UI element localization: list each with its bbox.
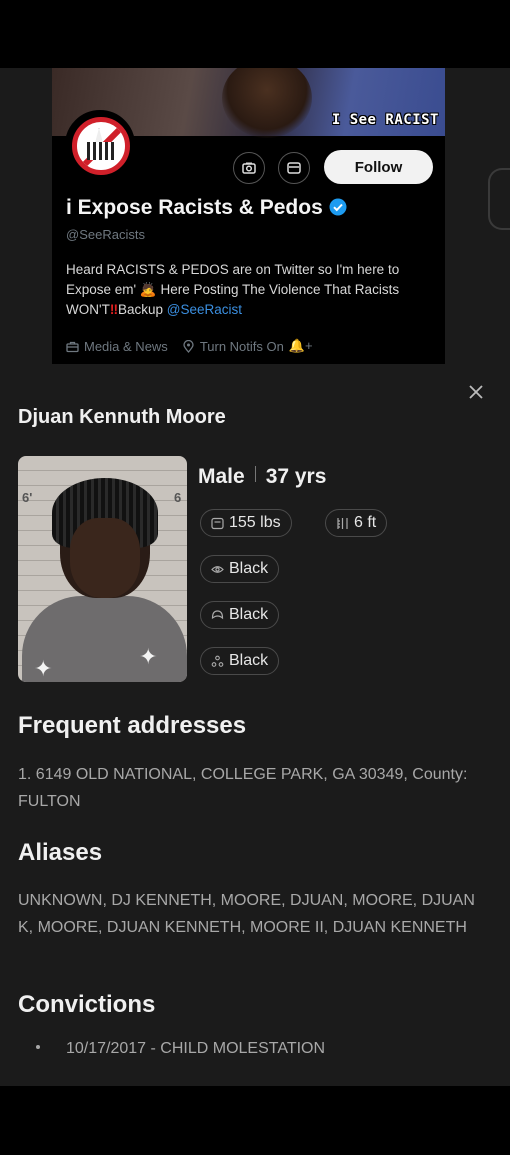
hair-color-chip: Black [200, 601, 280, 629]
bio-emoji: 🙇 [139, 282, 157, 297]
mug-face [70, 518, 140, 598]
camera-button[interactable] [233, 152, 265, 184]
height-value: 6 ft [354, 514, 377, 531]
close-icon [469, 385, 483, 399]
sex-value: Male [198, 465, 245, 488]
person-name: Djuan Kennuth Moore [18, 406, 226, 428]
mugshot-photo: 6' 6 ✦ ✦ [18, 456, 187, 682]
hair-icon [211, 609, 224, 619]
category-label: Media & News [84, 338, 168, 354]
divider [254, 466, 256, 482]
height-chip: 6 ft [325, 509, 388, 537]
close-button[interactable] [464, 380, 488, 404]
sweatshirt-star-right: ✦ [139, 644, 158, 669]
location-suffix: 🔔+ [288, 338, 313, 353]
bullet [36, 1045, 40, 1049]
no-racism-logo [72, 117, 130, 175]
top-frame [0, 0, 510, 68]
banner-text: I See RACIST [331, 112, 439, 128]
ruler-icon [337, 517, 348, 529]
verified-badge-icon [329, 198, 347, 216]
race-chip: Black [200, 647, 280, 675]
location-item: Turn Notifs On 🔔+ [182, 338, 313, 354]
profile-avatar[interactable] [65, 110, 135, 180]
bottom-frame [0, 1086, 510, 1155]
sweatshirt-star-left: ✦ [34, 656, 53, 681]
convictions-heading: Convictions [18, 991, 156, 1018]
message-button[interactable] [278, 152, 310, 184]
eye-color-value: Black [229, 560, 269, 577]
mail-icon [287, 162, 301, 174]
bio-text-3: Backup [117, 302, 167, 317]
side-panel-handle[interactable] [488, 168, 510, 230]
conviction-text: 10/17/2017 - CHILD MOLESTATION [66, 1040, 326, 1057]
conviction-item: 10/17/2017 - CHILD MOLESTATION [36, 1040, 325, 1058]
profile-bio: Heard RACISTS & PEDOS are on Twitter so … [66, 260, 438, 320]
follow-button[interactable]: Follow [324, 150, 433, 184]
addresses-heading: Frequent addresses [18, 712, 247, 739]
eye-color-chip: Black [200, 555, 280, 583]
bio-mention-link[interactable]: @SeeRacist [167, 302, 242, 317]
camera-icon [242, 162, 256, 174]
twitter-profile-card: I See RACIST Follow i Expose Racists & P… [52, 68, 445, 364]
hair-color-value: Black [229, 606, 269, 623]
age-value: 37 yrs [265, 465, 327, 488]
bio-exclamation: ‼ [109, 302, 118, 317]
addresses-text: 1. 6149 OLD NATIONAL, COLLEGE PARK, GA 3… [18, 766, 468, 810]
weight-value: 155 lbs [229, 514, 281, 531]
location-pin-icon [183, 339, 194, 353]
display-name: i Expose Racists & Pedos [66, 196, 347, 220]
briefcase-icon [66, 341, 79, 352]
aliases-text: UNKNOWN, DJ KENNETH, MOORE, DJUAN, MOORE… [18, 892, 475, 936]
height-mark-right: 6 [174, 490, 182, 505]
height-mark-left: 6' [22, 490, 33, 505]
weight-chip: 155 lbs [200, 509, 292, 537]
location-label: Turn Notifs On [199, 338, 284, 354]
cards-shape [87, 142, 115, 160]
eye-icon [211, 565, 224, 573]
race-icon [211, 655, 224, 667]
race-value: Black [229, 652, 269, 669]
user-handle: @SeeRacists [66, 227, 145, 242]
display-name-text: i Expose Racists & Pedos [66, 196, 323, 219]
aliases-heading: Aliases [18, 839, 103, 866]
scale-icon [211, 517, 224, 529]
category-item: Media & News [66, 338, 168, 354]
profile-meta: Media & News Turn Notifs On 🔔+ [66, 338, 313, 354]
sex-age: Male 37 yrs [198, 465, 326, 489]
banner-photo [222, 68, 312, 138]
